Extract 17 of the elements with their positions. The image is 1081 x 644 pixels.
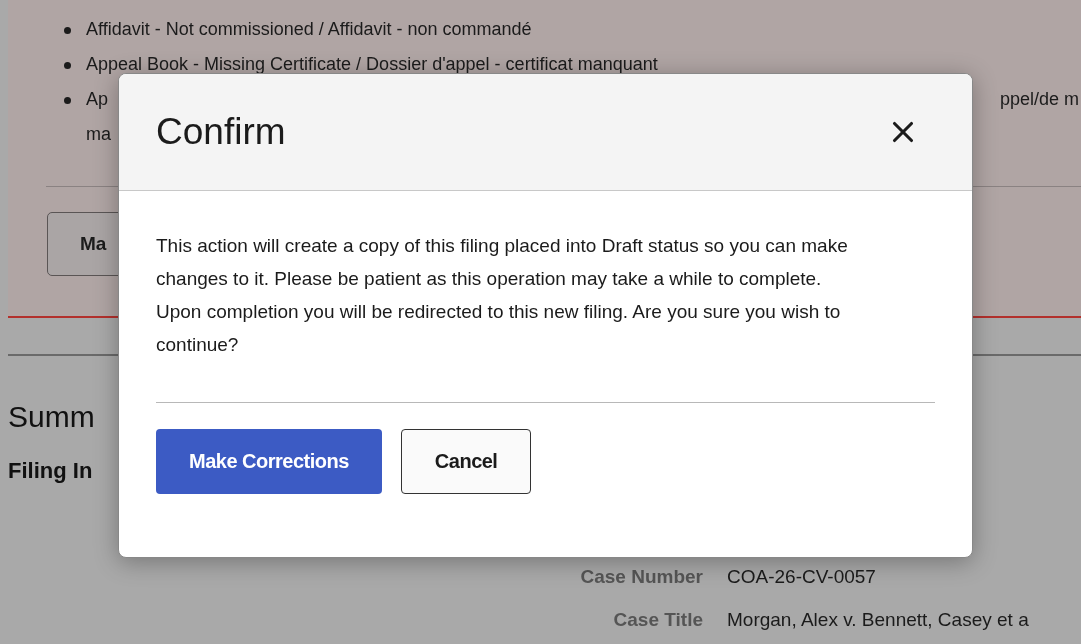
- field-label: Case Number: [580, 566, 703, 588]
- field-value: Morgan, Alex v. Bennett, Casey et a: [727, 609, 1030, 631]
- bullet-icon: [64, 97, 71, 104]
- list-item-text: Ap: [86, 88, 109, 111]
- section-heading: Filing In: [8, 458, 93, 484]
- list-item-text: Appeal Book - Missing Certificate / Dossier d'appel - certificat manquant: [86, 53, 658, 76]
- bullet-icon: [64, 62, 71, 69]
- cancel-button[interactable]: Cancel: [400, 429, 532, 494]
- list-item-text: ma: [86, 123, 111, 146]
- list-item-text: ppel/de m: [999, 88, 1079, 111]
- confirm-button[interactable]: Make Corrections: [156, 429, 382, 494]
- summary-heading: Summ: [8, 400, 96, 434]
- dialog-title: Confirm: [156, 111, 286, 153]
- list-item-text: Affidavit - Not commissioned / Affidavit - non commandé: [86, 18, 532, 41]
- field-value: COA-26-CV-0057: [727, 566, 877, 588]
- bullet-icon: [64, 27, 71, 34]
- field-label: Case Title: [613, 609, 703, 631]
